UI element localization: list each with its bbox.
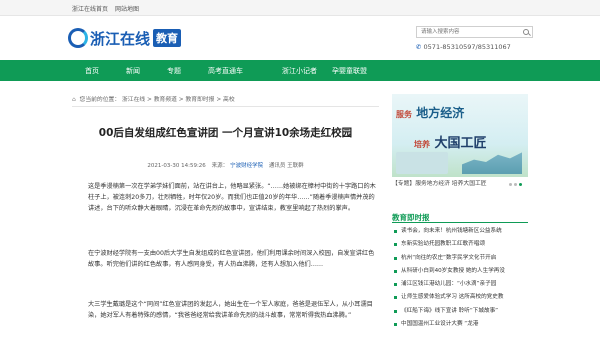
logo-ring-icon [68, 28, 88, 48]
list-item[interactable]: 浦江区钱江港幼儿园：“小水滴”亲子园 [392, 278, 528, 291]
nav-item-topics[interactable]: 专题 [167, 66, 181, 76]
main-nav: 首页 新闻 专题 高考直通车 浙江小记者 孕婴童联盟 [0, 60, 600, 81]
nav-item-reporter[interactable]: 浙江小记者 [282, 66, 317, 76]
sidebar-news-list: 读书会，向未来！杭州钱塘新区公益系统 东新实验幼托园教职工红歌齐唱颂 杭州“向往… [392, 225, 528, 331]
breadcrumb-item[interactable]: 浙江在线 [122, 97, 145, 103]
list-item[interactable]: 从科研小白到40岁女教授 她的人生学再没 [392, 265, 528, 278]
breadcrumb-item[interactable]: 高校 [223, 97, 235, 103]
list-item[interactable]: 读书会，向未来！杭州钱塘新区公益系统 [392, 225, 528, 238]
banner-line-1: 服务 地方经济 [396, 106, 465, 120]
nav-item-news[interactable]: 新闻 [126, 66, 140, 76]
banner-line-2: 培养 大国工匠 [414, 136, 487, 151]
search-input[interactable] [417, 27, 517, 37]
home-icon: ⌂ [72, 97, 76, 103]
nav-item-home[interactable]: 首页 [85, 66, 99, 76]
breadcrumb-separator: > [216, 97, 222, 103]
list-item[interactable]: 中国国温州工业设计大赛 “龙港 [392, 318, 528, 331]
breadcrumb-item[interactable]: 教育频道 [154, 97, 177, 103]
article-paragraph: 在宁波财经学院有一支由00后大学生自发组成的红色宣讲团，他们利用课余时间深入校园… [88, 250, 375, 268]
search-icon[interactable] [523, 29, 529, 35]
article-source[interactable]: 宁波财经学院 [230, 163, 263, 169]
carousel-dot[interactable] [514, 183, 517, 186]
list-item[interactable]: 让师生感爱体验式学习 这所高校的党史教 [392, 291, 528, 304]
nav-item-gaokao[interactable]: 高考直通车 [208, 66, 243, 76]
carousel-dot-active[interactable] [519, 183, 522, 186]
article-meta: 2021-03-30 14:59:26 来源： 宁波财经学院 通讯员 王联群 [72, 161, 379, 169]
phone-icon: ✆ [416, 43, 422, 51]
feature-banner[interactable]: 服务 地方经济 培养 大国工匠 [392, 94, 528, 177]
list-item[interactable]: 杭州“向往的农庄”数字民学文化节开启 [392, 252, 528, 265]
top-bar: 浙江在线首页 网站地图 [0, 0, 600, 16]
article-reporter: 通讯员 王联群 [268, 163, 304, 169]
list-item[interactable]: 《红船下诲》线下宣讲 聆听“下城故事” [392, 305, 528, 318]
divider [72, 106, 379, 107]
article-paragraph: 大三学生戴璐是这个“同间”红色宣讲团的发起人，她出生在一个军人家庭，爸爸是退伍军… [88, 301, 373, 319]
hotline: ✆ 0571-85310597/85311067 [416, 43, 511, 51]
hotline-text: 0571-85310597/85311067 [423, 43, 511, 51]
list-item[interactable]: 东新实验幼托园教职工红歌齐唱颂 [392, 238, 528, 251]
site-logo[interactable]: 浙江在线 教育 [68, 27, 182, 49]
top-link-home[interactable]: 浙江在线首页 [72, 4, 108, 13]
search-box [416, 26, 533, 38]
logo-text: 浙江在线 [90, 29, 151, 48]
breadcrumb-separator: > [147, 97, 152, 103]
breadcrumb-item[interactable]: 教育即时报 [185, 97, 214, 103]
source-label: 来源： [211, 163, 229, 169]
carousel-dot[interactable] [509, 183, 512, 186]
sidebar-divider [392, 222, 528, 223]
article-date: 2021-03-30 14:59:26 [147, 163, 206, 169]
article-title: 00后自发组成红色宣讲团 一个月宣讲10余场走红校园 [98, 127, 353, 139]
breadcrumb-prefix: 您当前的位置： [79, 97, 121, 103]
carousel-dots [509, 180, 524, 188]
breadcrumb-separator: > [178, 97, 184, 103]
nav-item-maternity[interactable]: 孕婴童联盟 [332, 66, 367, 76]
article-paragraph: 这是季漫楠第一次在学弟学妹们面前，站在讲台上，他略显紧张。“……她被绑在樟村中街… [88, 183, 376, 212]
breadcrumb: ⌂ 您当前的位置： 浙江在线 > 教育频道 > 教育即时报 > 高校 [72, 94, 235, 103]
logo-badge: 教育 [153, 29, 182, 47]
banner-caption[interactable]: 【专题】服务地方经济 培养大国工匠 [392, 178, 528, 187]
banner-building-graphic [462, 152, 522, 174]
banner-photo [396, 152, 448, 174]
top-link-sitemap[interactable]: 网站地图 [115, 4, 139, 13]
